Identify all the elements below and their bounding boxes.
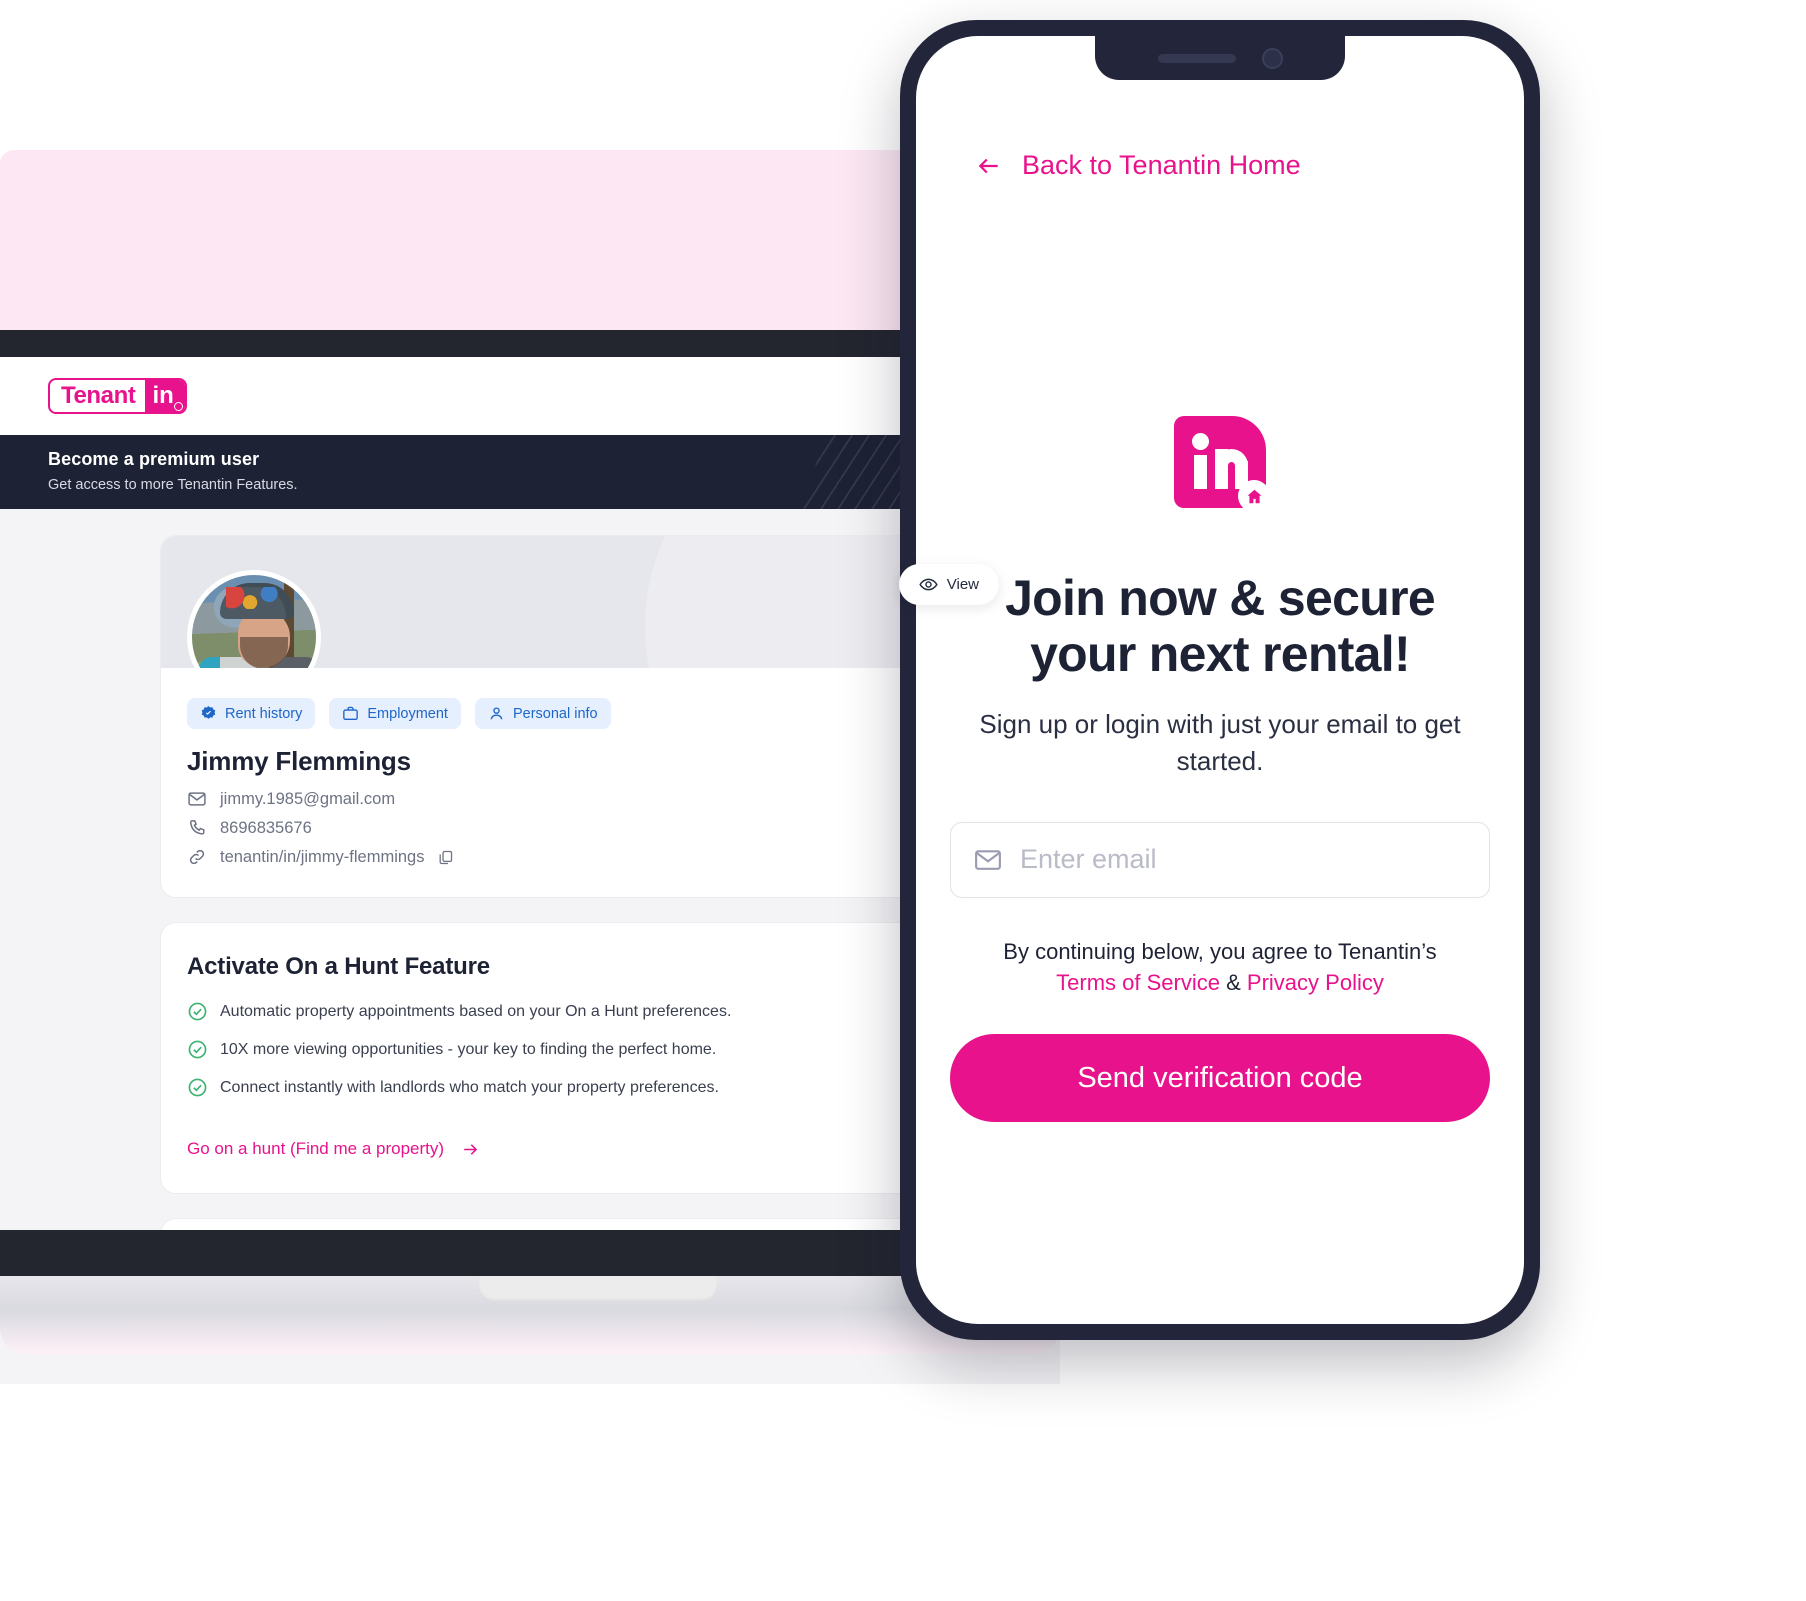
go-on-hunt-label: Go on a hunt (Find me a property) [187, 1139, 445, 1158]
eye-icon [919, 578, 938, 591]
terms-separator: & [1226, 970, 1241, 996]
home-icon [1247, 489, 1261, 503]
logo-i-dot [1192, 433, 1209, 450]
view-profile-button[interactable]: View [898, 564, 999, 605]
phone-screen: Back to Tenantin Home Join now & secure [916, 36, 1524, 1324]
send-verification-code-button[interactable]: Send verification code [950, 1034, 1490, 1123]
tenantin-logo[interactable]: Tenant in [48, 378, 187, 414]
hunt-feature-item: Connect instantly with landlords who mat… [187, 1077, 997, 1098]
mail-icon [975, 850, 1001, 870]
email-field-wrapper[interactable] [950, 821, 1490, 898]
profile-cover: View [161, 536, 1025, 668]
profile-email: jimmy.1985@gmail.com [220, 789, 396, 808]
logo-word: Tenant [61, 382, 136, 409]
terms-prefix: By continuing below, you agree to Tenant… [1003, 938, 1437, 964]
laptop-trackpad-notch [478, 1276, 718, 1302]
tenantin-app-logo-icon [1174, 416, 1270, 512]
back-to-home-link[interactable]: Back to Tenantin Home [972, 150, 1301, 181]
hunt-feature-item: Automatic property appointments based on… [187, 1001, 997, 1022]
verified-badge-icon [201, 706, 216, 719]
profile-link: tenantin/in/jimmy-flemmings [220, 847, 425, 866]
briefcase-icon [343, 706, 359, 720]
mail-icon [188, 792, 206, 806]
profile-badges: Rent history Employment Personal info [187, 698, 997, 729]
screenshot-root: Tenant in Become a premium user Get acce… [0, 0, 1806, 1601]
check-circle-icon [188, 1078, 207, 1097]
arrow-left-icon [978, 158, 998, 173]
badge-rent-history[interactable]: Rent history [187, 698, 316, 729]
hunt-feature-item: 10X more viewing opportunities - your ke… [187, 1039, 997, 1060]
badge-label: Rent history [225, 705, 303, 722]
phone-notch [1095, 36, 1345, 80]
avatar-cap-pattern-decoration [226, 587, 286, 609]
logo-n-stem [1215, 449, 1228, 489]
view-profile-label: View [946, 576, 979, 593]
badge-label: Personal info [512, 705, 598, 722]
signup-subheadline: Sign up or login with just your email to… [979, 709, 1461, 776]
profile-email-row: jimmy.1985@gmail.com [187, 789, 997, 809]
profile-link-row: tenantin/in/jimmy-flemmings [187, 847, 997, 867]
phone-mockup: Back to Tenantin Home Join now & secure [900, 20, 1540, 1340]
profile-avatar[interactable] [187, 570, 321, 668]
hunt-item-text: Automatic property appointments based on… [220, 1002, 732, 1020]
terms-disclaimer: By continuing below, you agree to Tenant… [950, 936, 1490, 998]
phone-camera-icon [1261, 47, 1283, 69]
go-on-hunt-link[interactable]: Go on a hunt (Find me a property) [187, 1139, 482, 1159]
check-circle-icon [188, 1040, 207, 1059]
home-badge-icon [1238, 480, 1270, 512]
logo-in-text: in [152, 382, 174, 409]
registered-mark-icon [173, 402, 183, 411]
terms-of-service-link[interactable]: Terms of Service [1056, 970, 1220, 995]
hunt-item-text: 10X more viewing opportunities - your ke… [220, 1040, 717, 1058]
hunt-item-text: Connect instantly with landlords who mat… [220, 1078, 719, 1096]
phone-speaker-icon [1157, 53, 1236, 63]
back-to-home-label: Back to Tenantin Home [1022, 150, 1301, 180]
profile-card: View Rent history Employment Personal in… [160, 535, 1026, 898]
hunt-section-title: Activate On a Hunt Feature [187, 953, 490, 980]
hunt-feature-card: Activate On a Hunt Feature Automatic pro… [160, 922, 1026, 1194]
arrow-right-icon [464, 1143, 478, 1155]
link-icon [189, 849, 205, 865]
profile-phone-row: 8696835676 [187, 818, 997, 838]
signup-headline: Join now & secure your next rental! [1005, 570, 1436, 682]
copy-icon[interactable] [437, 849, 454, 866]
check-circle-icon [188, 1002, 207, 1021]
email-input[interactable] [1020, 844, 1467, 876]
phone-icon [190, 820, 205, 835]
badge-label: Employment [367, 705, 448, 722]
profile-name: Jimmy Flemmings [187, 746, 411, 776]
profile-phone: 8696835676 [220, 818, 312, 837]
badge-personal-info[interactable]: Personal info [474, 698, 611, 729]
badge-employment[interactable]: Employment [329, 698, 461, 729]
privacy-policy-link[interactable]: Privacy Policy [1247, 970, 1384, 995]
profile-details: Rent history Employment Personal info Ji… [161, 668, 1025, 897]
signup-panel: Join now & secure your next rental! Sign… [916, 416, 1524, 1123]
logo-i-stem [1194, 455, 1207, 489]
logo-in-mark: in [144, 380, 185, 412]
person-icon [490, 707, 503, 720]
